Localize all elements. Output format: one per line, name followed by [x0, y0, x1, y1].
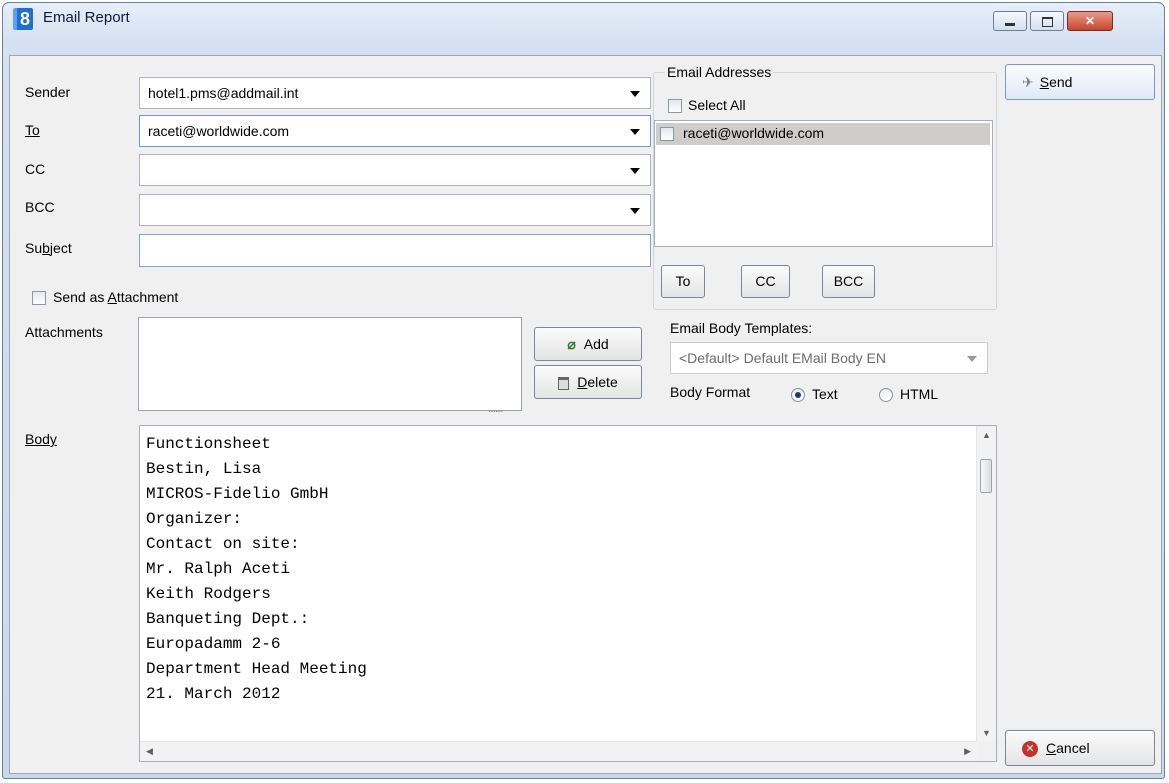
cancel-button[interactable]: ✕ Cancel [1005, 730, 1155, 766]
cc-combo[interactable] [139, 154, 651, 186]
attachments-list[interactable] [138, 317, 522, 411]
scroll-down-icon[interactable]: ▼ [982, 728, 991, 738]
subject-input[interactable] [139, 234, 651, 267]
scrollbar-corner [977, 742, 996, 761]
sender-value: hotel1.pms@addmail.int [148, 85, 299, 101]
window-title: Email Report [43, 9, 130, 26]
body-line: Banqueting Dept.: [146, 610, 310, 628]
format-text-label: Text [812, 386, 838, 402]
format-html-radio[interactable] [879, 388, 893, 402]
add-label: Add [583, 336, 609, 352]
cc-label: CC [25, 161, 46, 177]
subject-label: Subject [25, 240, 72, 256]
add-to-button[interactable]: To [661, 265, 705, 298]
scroll-right-icon[interactable]: ▶ [964, 746, 971, 757]
title-bar[interactable]: 8 Email Report ✕ [3, 3, 1164, 55]
body-line: Keith Rodgers [146, 585, 271, 603]
horizontal-scrollbar[interactable]: ◀ ▶ [140, 741, 977, 761]
select-all-checkbox[interactable] [668, 99, 682, 113]
scroll-left-icon[interactable]: ◀ [146, 746, 153, 757]
list-item-label: raceti@worldwide.com [683, 125, 825, 141]
to-label: To [25, 122, 40, 138]
body-format-label: Body Format [670, 384, 751, 400]
body-line: Mr. Ralph Aceti [146, 560, 291, 578]
bcc-combo[interactable] [139, 194, 651, 226]
minimize-button[interactable] [993, 11, 1027, 31]
send-as-attachment-label: Send as Attachment [53, 289, 179, 305]
delete-attachment-button[interactable]: Delete [534, 365, 642, 399]
email-report-window: 8 Email Report ✕ Sender hotel1.pms@addma… [2, 2, 1165, 779]
body-label: Body [25, 431, 57, 447]
close-button[interactable]: ✕ [1067, 11, 1113, 31]
trash-icon [558, 376, 570, 390]
chevron-down-icon[interactable] [967, 356, 977, 362]
close-icon: ✕ [1084, 14, 1096, 28]
attachments-label: Attachments [25, 324, 103, 340]
to-value: raceti@worldwide.com [148, 123, 290, 139]
add-attachment-button[interactable]: ⌀ Add [534, 327, 642, 361]
paperclip-icon: ⌀ [567, 336, 576, 352]
paper-plane-icon: ✈ [1022, 74, 1034, 90]
add-cc-button[interactable]: CC [741, 265, 790, 298]
sender-label: Sender [25, 84, 71, 100]
format-text-radio[interactable] [791, 388, 805, 402]
chevron-down-icon[interactable] [630, 208, 640, 214]
cancel-icon: ✕ [1022, 741, 1038, 758]
maximize-icon [1041, 16, 1053, 27]
body-line: Functionsheet [146, 435, 271, 453]
email-addresses-title: Email Addresses [665, 64, 774, 80]
cancel-label: ancel [1056, 740, 1090, 756]
add-bcc-button[interactable]: BCC [822, 265, 875, 298]
maximize-button[interactable] [1030, 11, 1064, 31]
list-item[interactable]: raceti@worldwide.com [656, 123, 990, 145]
chevron-down-icon[interactable] [630, 129, 640, 135]
body-line: Contact on site: [146, 535, 300, 553]
body-line: Organizer: [146, 510, 243, 528]
body-textarea[interactable]: Functionsheet Bestin, Lisa MICROS-Fidelio … [139, 425, 997, 762]
sender-combo[interactable]: hotel1.pms@addmail.int [139, 77, 651, 109]
dialog-client-area: Sender hotel1.pms@addmail.int To raceti@… [9, 55, 1162, 774]
email-body-template-combo[interactable]: <Default> Default EMail Body EN [670, 342, 988, 374]
body-line: Europadamm 2-6 [146, 635, 281, 653]
chevron-down-icon[interactable] [630, 91, 640, 97]
minimize-icon [1005, 23, 1015, 27]
bcc-label: BCC [25, 199, 55, 215]
send-as-attachment-checkbox[interactable] [32, 291, 46, 305]
format-html-label: HTML [900, 386, 939, 402]
chevron-down-icon[interactable] [630, 168, 640, 174]
body-line: Bestin, Lisa [146, 460, 262, 478]
vertical-scrollbar[interactable]: ▲ ▼ [976, 426, 996, 742]
splitter-grip[interactable]: ........ [488, 404, 503, 415]
body-text[interactable]: Functionsheet Bestin, Lisa MICROS-Fidelio … [146, 432, 367, 707]
app-icon: 8 [13, 8, 33, 30]
email-body-template-value: <Default> Default EMail Body EN [679, 350, 886, 366]
select-all-label: Select All [688, 97, 746, 113]
to-combo[interactable]: raceti@worldwide.com [139, 115, 651, 147]
send-label: end [1049, 74, 1073, 90]
email-addresses-list[interactable]: raceti@worldwide.com [654, 120, 993, 247]
delete-label: elete [587, 374, 618, 390]
scroll-up-icon[interactable]: ▲ [982, 430, 991, 440]
email-body-templates-label: Email Body Templates: [670, 320, 813, 336]
body-line: 21. March 2012 [146, 685, 281, 703]
scroll-thumb[interactable] [980, 459, 992, 493]
body-line: MICROS-Fidelio GmbH [146, 485, 329, 503]
send-button[interactable]: ✈ Send [1005, 64, 1155, 100]
list-item-checkbox[interactable] [660, 127, 674, 141]
body-line: Department Head Meeting [146, 660, 367, 678]
